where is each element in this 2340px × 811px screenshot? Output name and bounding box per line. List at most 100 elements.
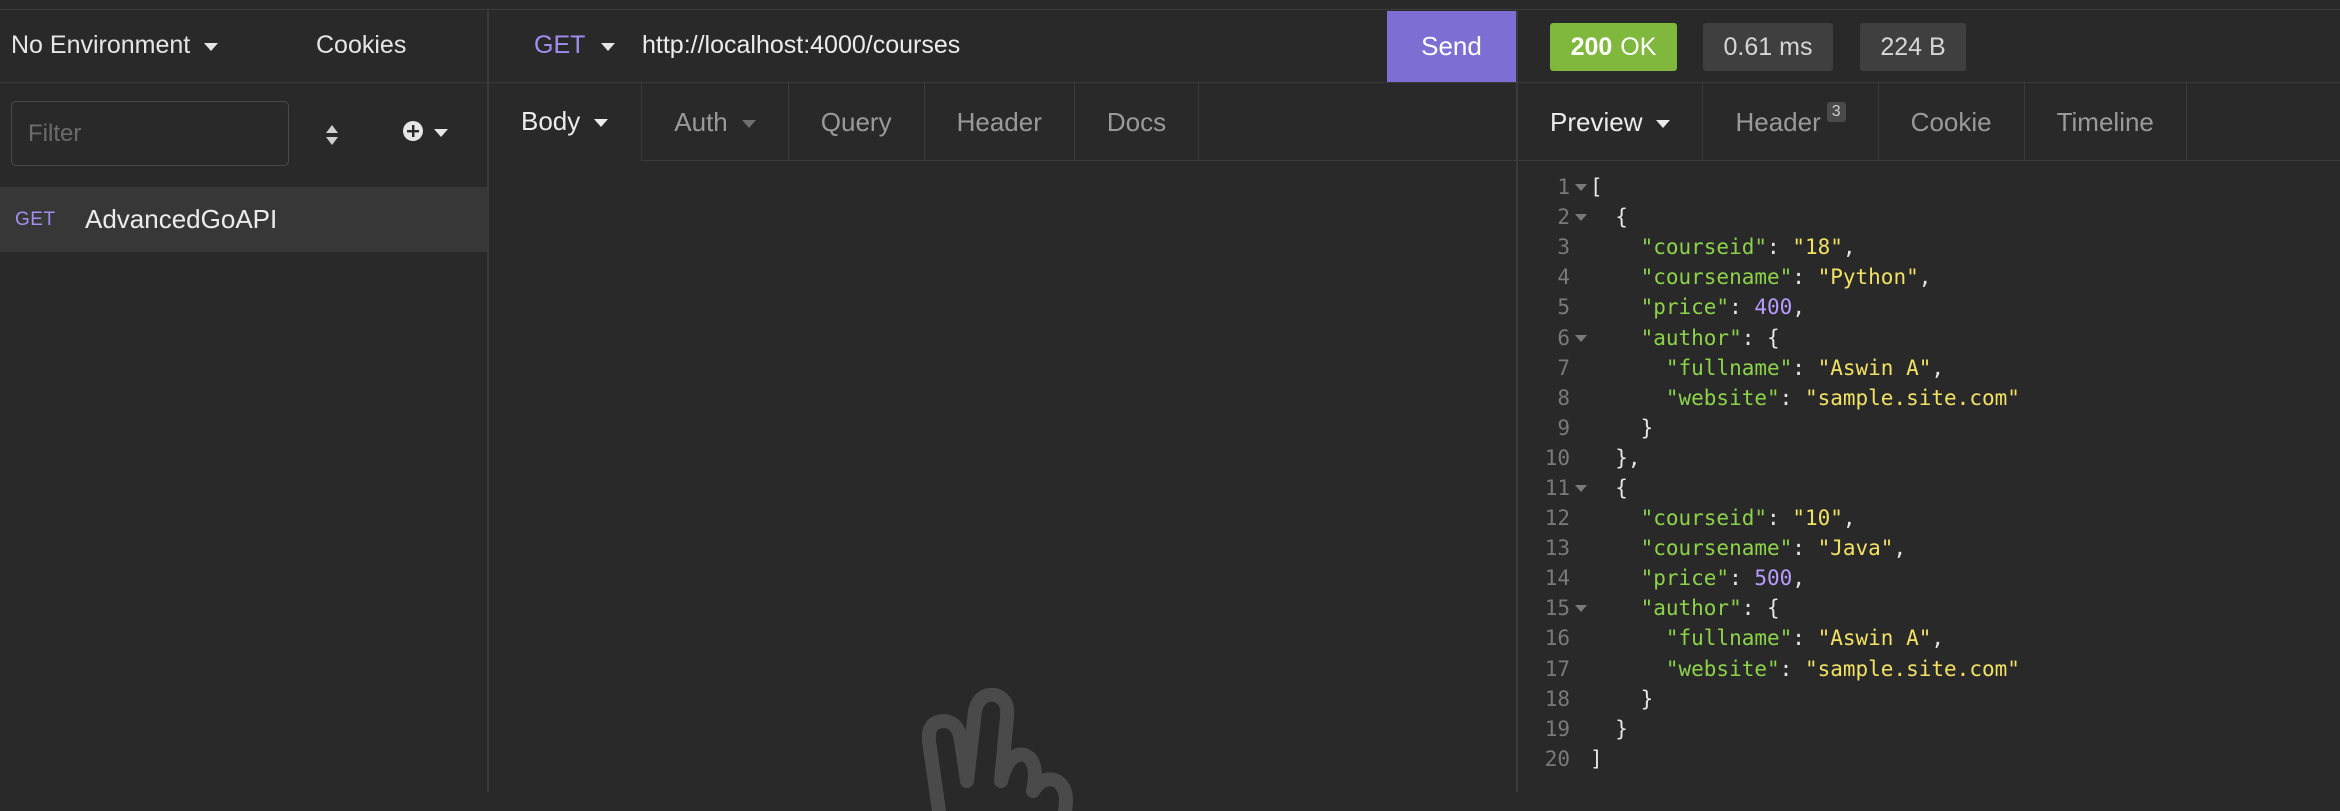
code-content: "fullname": "Aswin A", [1590,355,1945,380]
url-input[interactable]: http://localhost:4000/courses [642,31,960,60]
chevron-down-icon [204,43,219,51]
response-tabs: Preview Header 3 Cookie Timeline [1518,83,2340,161]
fold-toggle-icon[interactable] [1570,323,1590,353]
chevron-down-icon [601,43,616,51]
tab-header-label: Header [956,106,1042,137]
code-line: 19 } [1518,714,2340,744]
line-number: 19 [1544,716,1570,741]
tab-auth[interactable]: Auth [642,83,789,161]
code-line: 8 "website": "sample.site.com" [1518,383,2340,413]
code-content: "price": 400, [1590,295,1805,320]
fold-gutter [1570,654,1590,684]
fold-gutter [1570,503,1590,533]
chevron-down-icon [594,119,609,127]
fold-gutter [1570,443,1590,473]
cookies-button[interactable]: Cookies [316,31,406,60]
chevron-down-icon [741,119,756,128]
tab-docs[interactable]: Docs [1075,83,1200,161]
code-content: } [1590,415,1654,440]
tab-query-label: Query [820,106,892,137]
fold-gutter [1570,232,1590,262]
request-name: AdvancedGoAPI [85,204,278,234]
request-tabs: Body Auth Query Header Docs [489,83,1516,161]
fold-toggle-icon[interactable] [1570,172,1590,202]
sidebar-header: No Environment Cookies [0,11,487,83]
fold-gutter [1570,684,1590,714]
code-content: "coursename": "Java", [1590,536,1907,561]
request-method-badge: GET [15,208,56,230]
line-number: 3 [1557,235,1570,260]
code-content: "fullname": "Aswin A", [1590,626,1945,651]
chevron-down-icon [1656,119,1671,128]
response-pane: 200 OK 0.61 ms 224 B Preview Header 3 Co… [1518,11,2340,792]
plus-circle-icon [403,121,423,141]
sort-icon[interactable] [322,121,342,149]
window-top-bar [0,0,2340,10]
line-number: 17 [1544,656,1570,681]
line-number: 2 [1557,205,1570,230]
tab-preview-label: Preview [1550,106,1643,137]
code-content: [ [1590,175,1603,200]
status-text: OK [1620,32,1657,61]
fold-toggle-icon[interactable] [1570,593,1590,623]
code-line: 15 "author": { [1518,593,2340,623]
fold-toggle-icon[interactable] [1570,202,1590,232]
code-content: { [1590,475,1628,500]
line-number: 15 [1544,596,1570,621]
fold-gutter [1570,533,1590,563]
line-number: 1 [1557,175,1570,200]
fold-toggle-icon[interactable] [1570,473,1590,503]
tab-response-header[interactable]: Header 3 [1703,83,1879,161]
code-line: 20] [1518,744,2340,774]
code-line: 16 "fullname": "Aswin A", [1518,623,2340,653]
environment-label: No Environment [11,31,191,59]
line-number: 13 [1544,536,1570,561]
code-line: 11 { [1518,473,2340,503]
code-content: "coursename": "Python", [1590,265,1932,290]
method-dropdown[interactable]: GET [534,31,616,60]
method-label: GET [534,31,586,59]
tab-header[interactable]: Header [925,83,1075,161]
status-code: 200 [1570,32,1613,61]
fold-gutter [1570,292,1590,322]
code-line: 3 "courseid": "18", [1518,232,2340,262]
tab-cookie-label: Cookie [1910,106,1992,137]
line-number: 10 [1544,445,1570,470]
code-line: 5 "price": 400, [1518,292,2340,322]
line-number: 7 [1557,355,1570,380]
response-json-viewer[interactable]: 1[2 {3 "courseid": "18", 4 "coursename": … [1518,172,2340,774]
code-line: 1[ [1518,172,2340,202]
request-pane: GET http://localhost:4000/courses Send B… [489,11,1518,811]
add-request-button[interactable] [402,120,448,142]
filter-input[interactable] [11,101,289,166]
code-line: 9 } [1518,413,2340,443]
tab-cookie[interactable]: Cookie [1879,83,2025,161]
code-line: 4 "coursename": "Python", [1518,262,2340,292]
fold-gutter [1570,744,1590,774]
line-number: 6 [1557,325,1570,350]
code-line: 14 "price": 500, [1518,563,2340,593]
response-status-bar: 200 OK 0.61 ms 224 B [1518,11,2340,83]
line-number: 20 [1544,746,1570,771]
environment-dropdown[interactable]: No Environment [11,31,219,60]
code-line: 2 { [1518,202,2340,232]
hand-illustration-icon [921,687,1073,811]
fold-gutter [1570,714,1590,744]
tab-timeline-label: Timeline [2056,106,2154,137]
tab-docs-label: Docs [1106,106,1167,137]
tab-preview[interactable]: Preview [1518,83,1704,161]
tab-timeline[interactable]: Timeline [2025,83,2187,161]
fold-gutter [1570,353,1590,383]
code-content: }, [1590,445,1641,470]
code-content: "courseid": "18", [1590,235,1856,260]
code-line: 6 "author": { [1518,322,2340,352]
fold-gutter [1570,623,1590,653]
tab-body[interactable]: Body [489,83,643,161]
line-number: 4 [1557,265,1570,290]
tab-query[interactable]: Query [789,83,925,161]
code-content: "website": "sample.site.com" [1590,385,2020,410]
request-list-item[interactable]: GET AdvancedGoAPI [0,187,487,252]
code-content: "price": 500, [1590,566,1805,591]
send-button[interactable]: Send [1387,11,1516,82]
line-number: 14 [1544,566,1570,591]
